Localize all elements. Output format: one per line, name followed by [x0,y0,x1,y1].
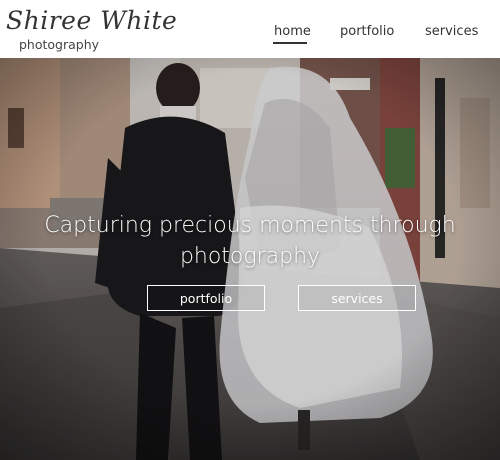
nav-home[interactable]: home [274,24,311,39]
hero-headline: Capturing precious moments through photo… [0,210,500,272]
services-button[interactable]: services [298,285,416,311]
nav-services[interactable]: services [425,24,478,39]
nav-active-indicator [273,42,307,44]
portfolio-button[interactable]: portfolio [147,285,265,311]
main-nav: home portfolio services [0,0,500,58]
hero-section: Capturing precious moments through photo… [0,58,500,460]
site-header: Shiree White photography home portfolio … [0,0,500,58]
nav-portfolio[interactable]: portfolio [340,24,394,39]
hero-headline-line1: Capturing precious moments through [44,213,456,238]
hero-headline-line2: photography [179,244,321,269]
